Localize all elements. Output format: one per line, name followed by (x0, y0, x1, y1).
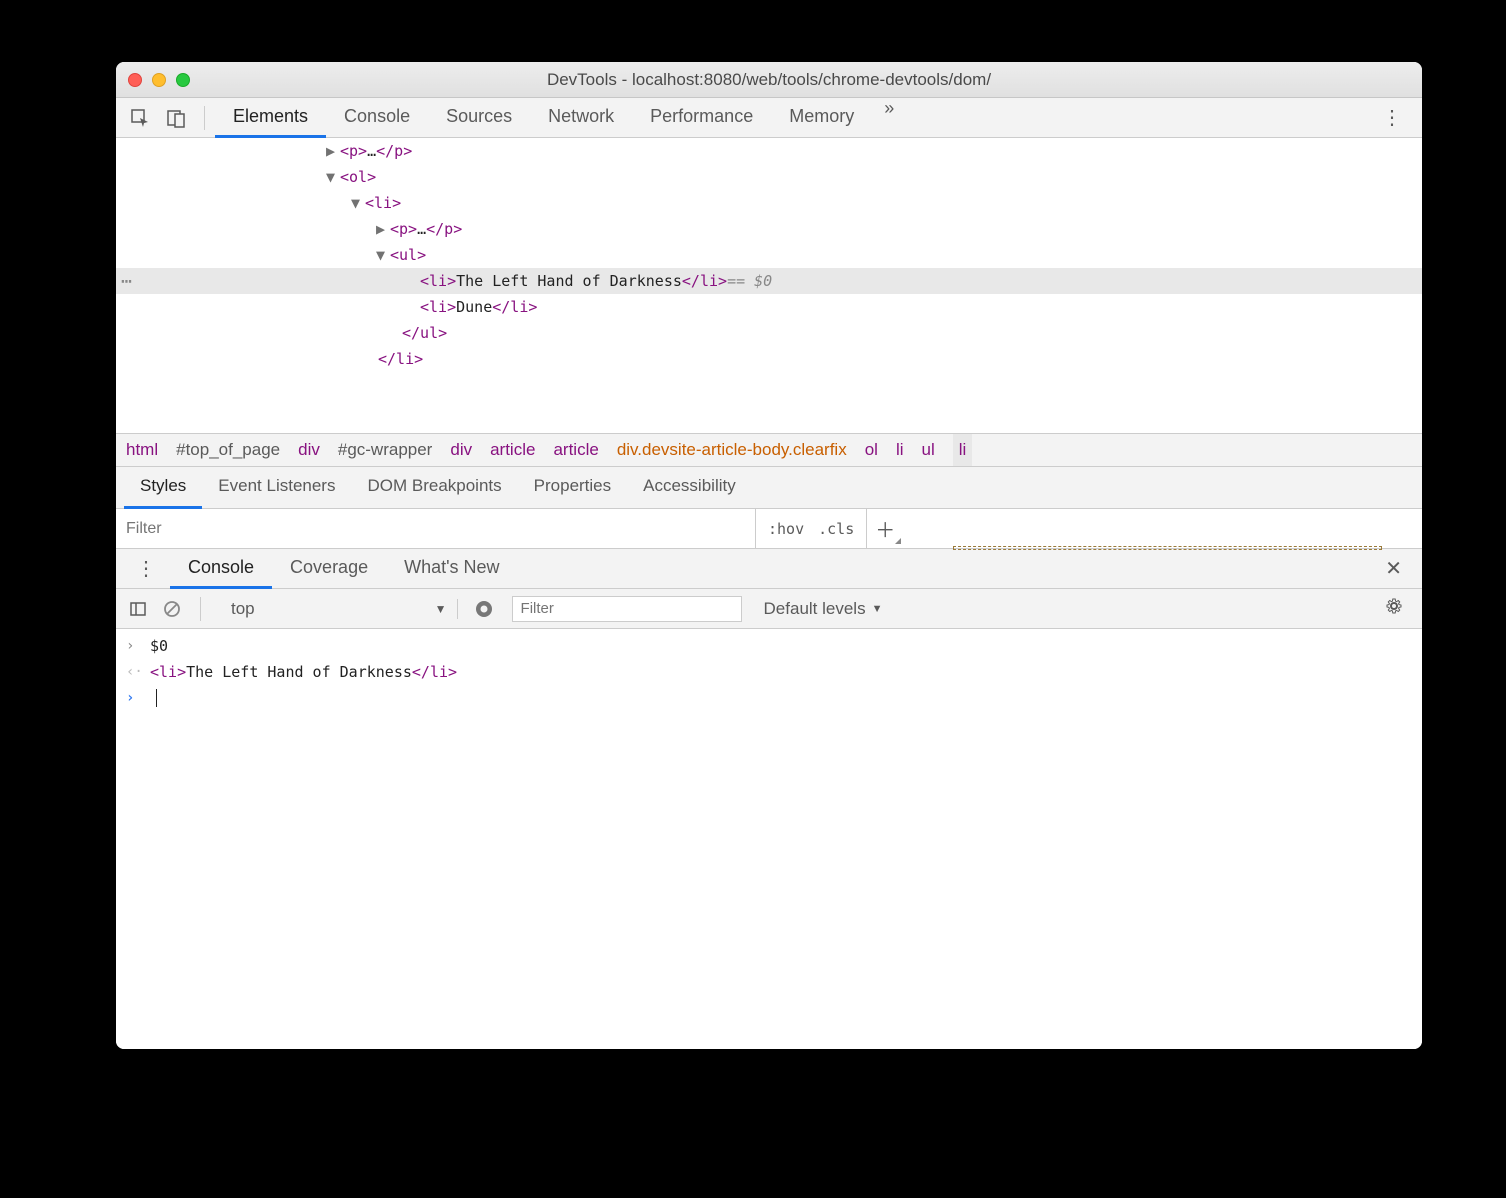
caret-down-icon: ▼ (872, 603, 883, 615)
breadcrumb-item[interactable]: div (298, 440, 320, 460)
styles-preview (903, 509, 1422, 548)
console-sidebar-toggle-icon[interactable] (122, 593, 154, 625)
context-label: top (231, 599, 255, 619)
main-tabs: Elements Console Sources Network Perform… (215, 98, 1368, 138)
close-drawer-icon[interactable]: ✕ (1371, 556, 1416, 581)
breadcrumb-item[interactable]: div.devsite-article-body.clearfix (617, 440, 847, 460)
tab-styles[interactable]: Styles (124, 467, 202, 509)
device-toolbar-icon[interactable] (160, 102, 192, 134)
tab-accessibility[interactable]: Accessibility (627, 467, 752, 509)
new-style-rule-button[interactable]: ＋ (867, 509, 903, 548)
titlebar: DevTools - localhost:8080/web/tools/chro… (116, 62, 1422, 98)
maximize-window-button[interactable] (176, 73, 190, 87)
breadcrumb-item[interactable]: div (450, 440, 472, 460)
tab-sources[interactable]: Sources (428, 98, 530, 138)
hov-toggle[interactable]: :hov (768, 520, 804, 538)
output-arrow-icon: ‹· (126, 664, 138, 680)
caret-down-icon: ▼ (435, 602, 447, 616)
prompt-arrow-icon: › (126, 690, 138, 706)
breadcrumb-item[interactable]: article (490, 440, 535, 460)
breadcrumb-item[interactable]: #top_of_page (176, 440, 280, 460)
devtools-window: DevTools - localhost:8080/web/tools/chro… (116, 62, 1422, 1049)
drawer-tab-coverage[interactable]: Coverage (272, 549, 386, 589)
levels-label: Default levels (764, 599, 866, 619)
styles-filter-row: :hov .cls ＋ (116, 509, 1422, 549)
console-expr: $0 (150, 637, 168, 655)
separator (200, 597, 201, 621)
console-output-line: ‹· <li>The Left Hand of Darkness</li> (116, 659, 1422, 685)
breadcrumb-item[interactable]: article (553, 440, 598, 460)
tab-memory[interactable]: Memory (771, 98, 872, 138)
dom-node[interactable]: </li> (116, 346, 1422, 372)
inspect-element-icon[interactable] (124, 102, 156, 134)
console-input-line: › $0 (116, 633, 1422, 659)
kebab-menu-icon[interactable]: ⋮ (1368, 105, 1416, 130)
elements-panel[interactable]: ▶<p>…</p>▼<ol>▼<li>▶<p>…</p>▼<ul><li>The… (116, 138, 1422, 433)
more-tabs-icon[interactable]: » (872, 98, 906, 138)
breadcrumb-item[interactable]: #gc-wrapper (338, 440, 433, 460)
drawer-tab-whats-new[interactable]: What's New (386, 549, 517, 589)
context-selector[interactable]: top ▼ (221, 599, 458, 619)
breadcrumb-item[interactable]: li (896, 440, 904, 460)
tab-performance[interactable]: Performance (632, 98, 771, 138)
console-prompt-line[interactable]: › (116, 685, 1422, 711)
live-expression-icon[interactable] (468, 593, 500, 625)
traffic-lights (128, 73, 190, 87)
tab-elements[interactable]: Elements (215, 98, 326, 138)
console-settings-icon[interactable] (1372, 596, 1416, 621)
dom-node[interactable]: ▼<li> (116, 190, 1422, 216)
tab-console[interactable]: Console (326, 98, 428, 138)
dom-node[interactable]: ▼<ul> (116, 242, 1422, 268)
window-title: DevTools - localhost:8080/web/tools/chro… (116, 70, 1422, 90)
breadcrumb: html #top_of_page div #gc-wrapper div article… (116, 433, 1422, 467)
breadcrumb-item[interactable]: li (953, 434, 973, 466)
console-body[interactable]: › $0 ‹· <li>The Left Hand of Darkness</l… (116, 629, 1422, 1049)
tab-event-listeners[interactable]: Event Listeners (202, 467, 351, 509)
dom-node[interactable]: </ul> (116, 320, 1422, 346)
drawer-kebab-icon[interactable]: ⋮ (122, 556, 170, 581)
tab-network[interactable]: Network (530, 98, 632, 138)
separator (204, 106, 205, 130)
styles-tabs: Styles Event Listeners DOM Breakpoints P… (116, 467, 1422, 509)
console-output[interactable]: <li>The Left Hand of Darkness</li> (150, 663, 457, 681)
dom-node[interactable]: ▶<p>…</p> (116, 216, 1422, 242)
minimize-window-button[interactable] (152, 73, 166, 87)
dom-node[interactable]: ▶<p>…</p> (116, 138, 1422, 164)
log-levels-selector[interactable]: Default levels ▼ (764, 599, 883, 619)
cls-toggle[interactable]: .cls (818, 520, 854, 538)
drawer-tabs: ⋮ Console Coverage What's New ✕ (116, 549, 1422, 589)
hov-cls-group: :hov .cls (756, 509, 867, 548)
main-toolbar: Elements Console Sources Network Perform… (116, 98, 1422, 138)
styles-filter-input[interactable] (116, 509, 756, 548)
box-model-hint (953, 546, 1382, 550)
breadcrumb-item[interactable]: html (126, 440, 158, 460)
breadcrumb-item[interactable]: ol (865, 440, 878, 460)
dom-node[interactable]: ▼<ol> (116, 164, 1422, 190)
text-cursor (156, 689, 157, 707)
tab-dom-breakpoints[interactable]: DOM Breakpoints (351, 467, 517, 509)
clear-console-icon[interactable] (156, 593, 188, 625)
console-toolbar: top ▼ Default levels ▼ (116, 589, 1422, 629)
dom-node[interactable]: <li>Dune</li> (116, 294, 1422, 320)
close-window-button[interactable] (128, 73, 142, 87)
drawer-tab-console[interactable]: Console (170, 549, 272, 589)
dom-node-selected[interactable]: <li>The Left Hand of Darkness</li> == $0 (116, 268, 1422, 294)
console-filter-input[interactable] (512, 596, 742, 622)
breadcrumb-item[interactable]: ul (922, 440, 935, 460)
expand-arrow-icon[interactable]: › (126, 638, 138, 654)
tab-properties[interactable]: Properties (518, 467, 627, 509)
